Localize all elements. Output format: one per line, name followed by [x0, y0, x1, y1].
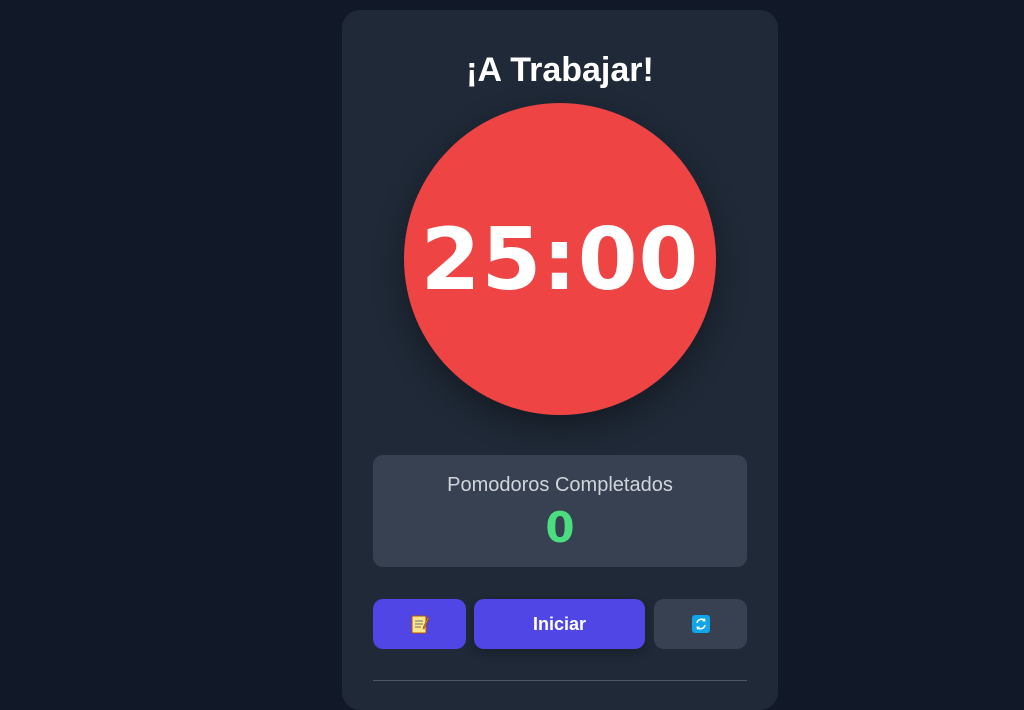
page-title: ¡A Trabajar!	[466, 51, 654, 89]
start-button[interactable]: Iniciar	[474, 599, 645, 649]
reset-button[interactable]	[654, 599, 747, 649]
divider	[373, 680, 747, 681]
timer-display: 25:00	[420, 210, 700, 310]
notes-button[interactable]	[373, 599, 466, 649]
timer-circle: 25:00	[404, 103, 716, 415]
refresh-icon	[691, 615, 710, 633]
stats-label: Pomodoros Completados	[447, 474, 673, 496]
stats-count: 0	[545, 503, 575, 552]
memo-icon	[411, 614, 429, 634]
stats-panel: Pomodoros Completados 0	[373, 455, 747, 567]
pomodoro-card: ¡A Trabajar! 25:00 Pomodoros Completados…	[342, 10, 778, 710]
